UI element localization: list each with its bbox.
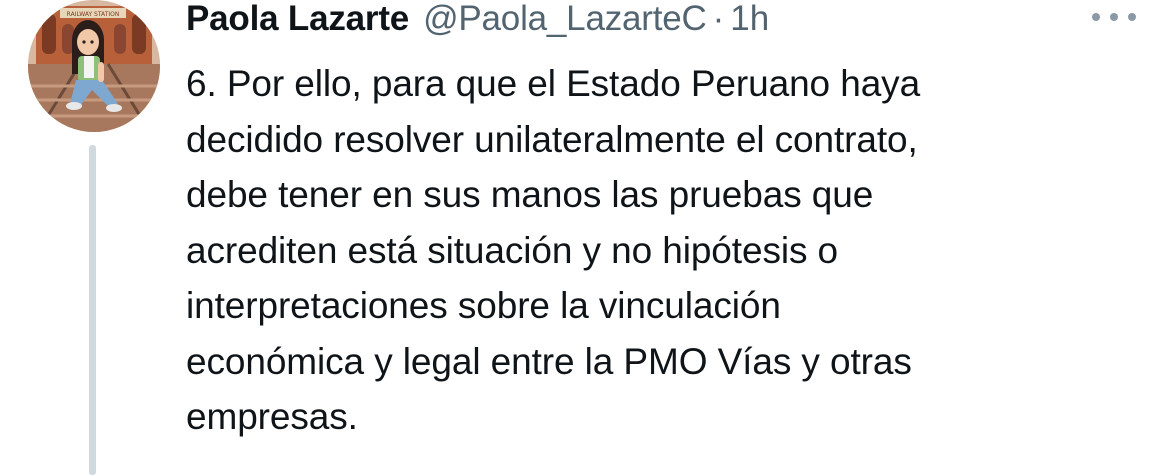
tweet-timestamp[interactable]: 1h — [730, 0, 769, 38]
tweet-text-line: decidido resolver unilateralmente el con… — [186, 118, 918, 160]
more-dot — [1110, 13, 1118, 21]
avatar-illustration: RAILWAY STATION — [28, 0, 160, 132]
author-handle[interactable]: @Paola_LazarteC — [423, 0, 707, 38]
tweet-text-line: interpretaciones sobre la vinculación — [186, 285, 781, 326]
more-horizontal-icon[interactable] — [1092, 4, 1136, 30]
author-name[interactable]: Paola Lazarte — [186, 0, 409, 38]
separator-dot: · — [712, 0, 725, 38]
tweet[interactable]: RAILWAY STATION Paola Lazarte @Paola_Laz… — [0, 0, 1170, 475]
tweet-text-line: económica y legal entre la PMO Vías y ot… — [186, 340, 912, 382]
more-dot — [1128, 13, 1136, 21]
thread-connector-line — [89, 145, 96, 475]
tweet-text: 6. Por ello, para que el Estado Peruano … — [186, 56, 1146, 445]
avatar[interactable]: RAILWAY STATION — [28, 0, 160, 132]
tweet-header: Paola Lazarte @Paola_LazarteC · 1h — [186, 0, 769, 44]
tweet-text-line: acrediten está situación y no hipótesis … — [186, 229, 839, 271]
tweet-text-line: 6. Por ello, para que el Estado Peruano … — [186, 63, 921, 104]
avatar-column: RAILWAY STATION — [28, 0, 160, 475]
tweet-text-line: debe tener en sus manos las pruebas que — [186, 174, 874, 215]
more-dot — [1092, 13, 1100, 21]
tweet-text-line: empresas. — [186, 396, 358, 437]
avatar-sign: RAILWAY STATION — [67, 11, 120, 18]
